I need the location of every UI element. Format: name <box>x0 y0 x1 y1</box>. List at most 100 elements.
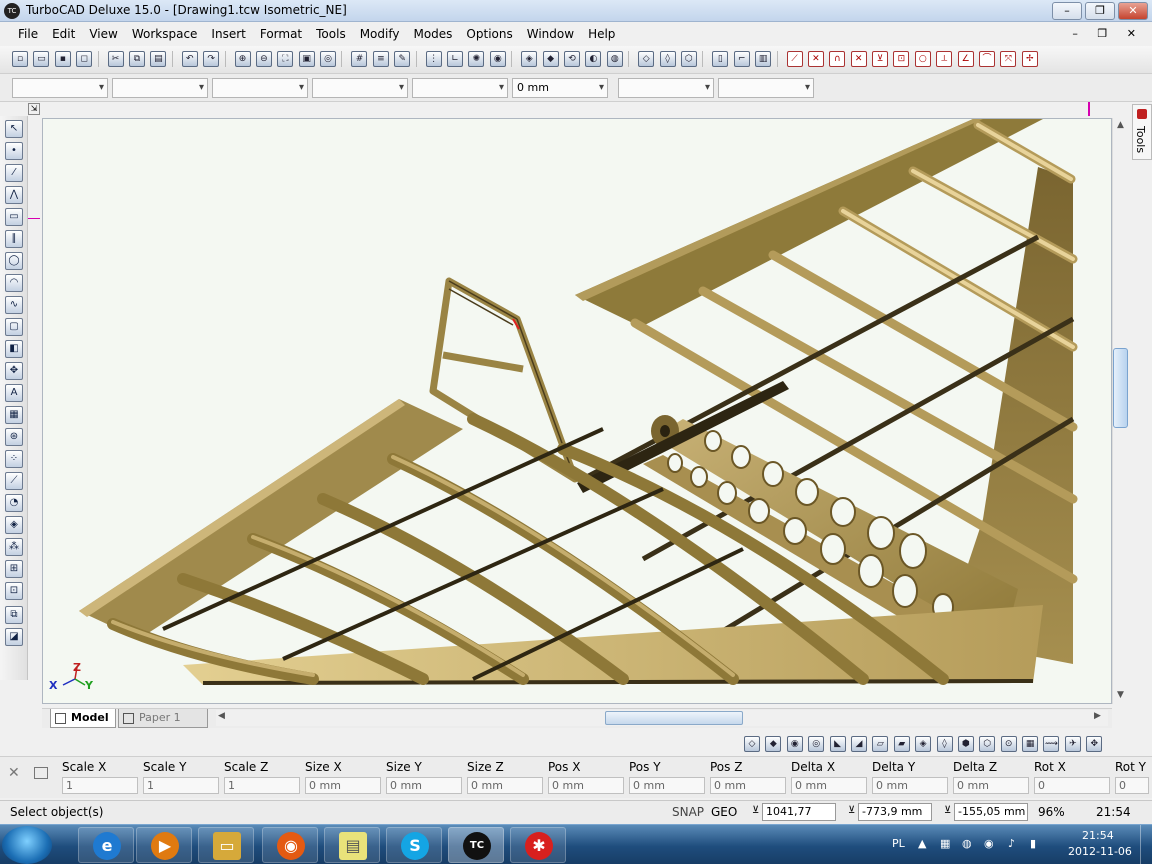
delta-y-input[interactable]: 0 mm <box>872 777 948 794</box>
fillet-icon[interactable]: ◔ <box>5 494 23 512</box>
view-render-icon[interactable]: ◍ <box>606 51 623 67</box>
coordinate-icon[interactable]: ⌐ <box>733 51 750 67</box>
scale-z-input[interactable]: 1 <box>224 777 300 794</box>
size-z-input[interactable]: 0 mm <box>467 777 543 794</box>
size-y-input[interactable]: 0 mm <box>386 777 462 794</box>
copy-objects-icon[interactable]: ⧉ <box>5 606 23 624</box>
view-pan-icon[interactable]: ✥ <box>1086 736 1103 752</box>
render-icon[interactable]: ✺ <box>468 51 485 67</box>
menu-format[interactable]: Format <box>260 27 302 41</box>
cut-icon[interactable]: ✂ <box>107 51 124 67</box>
array-icon[interactable]: ⊞ <box>5 560 23 578</box>
snap-toggle[interactable]: SNAP <box>672 805 704 819</box>
workplane-reset-icon[interactable]: ⬡ <box>680 51 697 67</box>
geo-toggle[interactable]: GEO <box>711 805 737 819</box>
line-icon[interactable]: ⁄ <box>5 164 23 182</box>
circle-icon[interactable]: ◯ <box>5 252 23 270</box>
view-walk-icon[interactable]: ⟿ <box>1043 736 1060 752</box>
extrude-icon[interactable]: ◧ <box>5 340 23 358</box>
snap-intersection-icon[interactable]: ✕ <box>850 51 867 67</box>
dimension-icon[interactable]: ⊛ <box>5 428 23 446</box>
group-icon[interactable]: ⊡ <box>5 582 23 600</box>
redo-icon[interactable]: ↷ <box>203 51 220 67</box>
zoom-extents-icon[interactable]: ⛶ <box>277 51 294 67</box>
ortho-icon[interactable]: ∟ <box>447 51 464 67</box>
inspector-grid-icon[interactable] <box>34 767 48 779</box>
open-file-icon[interactable]: ▭ <box>33 51 50 67</box>
snap-middle-icon[interactable]: ⊻ <box>872 51 889 67</box>
menu-tools[interactable]: Tools <box>316 27 346 41</box>
tray-volume-icon[interactable]: ♪ <box>1008 837 1015 850</box>
scale-x-input[interactable]: 1 <box>62 777 138 794</box>
page-icon[interactable]: ▯ <box>712 51 729 67</box>
ruler-corner-icon[interactable]: ⇲ <box>28 103 40 115</box>
vertical-scroll-thumb[interactable] <box>1113 348 1128 428</box>
trim-icon[interactable]: ⟋ <box>5 472 23 490</box>
view-iso-nw-icon[interactable]: ⬢ <box>957 736 974 752</box>
view-orbit-icon[interactable]: ⟲ <box>563 51 580 67</box>
taskbar-sticky[interactable]: ▤ <box>324 827 380 863</box>
taskbar-paint[interactable]: ✱ <box>510 827 566 863</box>
tray-antivirus-icon[interactable]: ◉ <box>984 837 994 850</box>
show-desktop-button[interactable] <box>1140 825 1152 864</box>
curve-icon[interactable]: ∿ <box>5 296 23 314</box>
taskbar-date[interactable]: 2012-11-06 <box>1068 845 1132 858</box>
tray-expand-icon[interactable]: ▲ <box>918 837 926 850</box>
close-inspector-icon[interactable]: ✕ <box>8 765 20 781</box>
pos-x-input[interactable]: 0 mm <box>548 777 624 794</box>
pos-z-input[interactable]: 0 mm <box>710 777 786 794</box>
drawing-canvas[interactable]: X Z Y <box>42 118 1112 704</box>
double-line-icon[interactable]: ∥ <box>5 230 23 248</box>
style-combo[interactable] <box>718 78 814 98</box>
taskbar-explorer[interactable]: ▭ <box>198 827 254 863</box>
start-button[interactable] <box>2 826 52 864</box>
text-icon[interactable]: A <box>5 384 23 402</box>
maximize-button[interactable]: ❐ <box>1085 2 1115 20</box>
polyline-icon[interactable]: ⋀ <box>5 186 23 204</box>
snap-tangent-icon[interactable]: ⟂ <box>936 51 953 67</box>
layers-icon[interactable]: ≡ <box>372 51 389 67</box>
paste-icon[interactable]: ▤ <box>150 51 167 67</box>
zoom-in-icon[interactable]: ⊕ <box>234 51 251 67</box>
boolean-icon[interactable]: ◈ <box>5 516 23 534</box>
z-coordinate-field[interactable]: -155,05 mm <box>954 803 1028 821</box>
snap-center-icon[interactable]: ⊡ <box>893 51 910 67</box>
print-preview-icon[interactable]: ◻ <box>76 51 93 67</box>
material-combo[interactable] <box>618 78 714 98</box>
horizontal-scroll-thumb[interactable] <box>605 711 743 725</box>
zoom-out-icon[interactable]: ⊖ <box>255 51 272 67</box>
menu-modes[interactable]: Modes <box>413 27 452 41</box>
box-3d-icon[interactable]: ▢ <box>5 318 23 336</box>
scroll-up-icon[interactable]: ▲ <box>1113 120 1128 130</box>
snap-vertex-icon[interactable]: ⟋ <box>786 51 803 67</box>
new-file-icon[interactable]: ▫ <box>12 51 28 67</box>
menu-help[interactable]: Help <box>588 27 615 41</box>
rot-x-input[interactable]: 0 <box>1034 777 1110 794</box>
view-cube-icon[interactable]: ◆ <box>542 51 559 67</box>
size-x-input[interactable]: 0 mm <box>305 777 381 794</box>
delta-x-input[interactable]: 0 mm <box>791 777 867 794</box>
view-right-icon[interactable]: ◈ <box>915 736 932 752</box>
taskbar-firefox[interactable]: ◉ <box>262 827 318 863</box>
tab-paper-1[interactable]: Paper 1 <box>118 709 208 728</box>
tray-security-icon[interactable]: ◍ <box>962 837 972 850</box>
snap-quadrant-icon[interactable]: ○ <box>914 51 931 67</box>
x-coordinate-field[interactable]: 1041,77 mm <box>762 803 836 834</box>
view-iso-ne-icon[interactable]: ◊ <box>936 736 953 752</box>
snap-perpendicular-icon[interactable]: ∠ <box>957 51 974 67</box>
y-coordinate-field[interactable]: -773,9 mm <box>858 803 932 821</box>
view-bottom-icon[interactable]: ◆ <box>765 736 782 752</box>
select-arrow-icon[interactable]: ↖ <box>5 120 23 138</box>
scroll-down-icon[interactable]: ▼ <box>1113 690 1128 700</box>
pen-style-combo[interactable] <box>212 78 308 98</box>
view-top-icon[interactable]: ◇ <box>744 736 760 752</box>
menu-insert[interactable]: Insert <box>211 27 245 41</box>
view-back-icon[interactable]: ▱ <box>872 736 889 752</box>
menu-window[interactable]: Window <box>527 27 574 41</box>
thickness-combo[interactable]: 0 mm <box>512 78 608 98</box>
arc-icon[interactable]: ◠ <box>5 274 23 292</box>
taskbar-skype[interactable]: S <box>386 827 442 863</box>
view-iso-se-icon[interactable]: ⬡ <box>979 736 996 752</box>
view-left-icon[interactable]: ▰ <box>893 736 910 752</box>
tray-network-icon[interactable]: ▦ <box>940 837 950 850</box>
